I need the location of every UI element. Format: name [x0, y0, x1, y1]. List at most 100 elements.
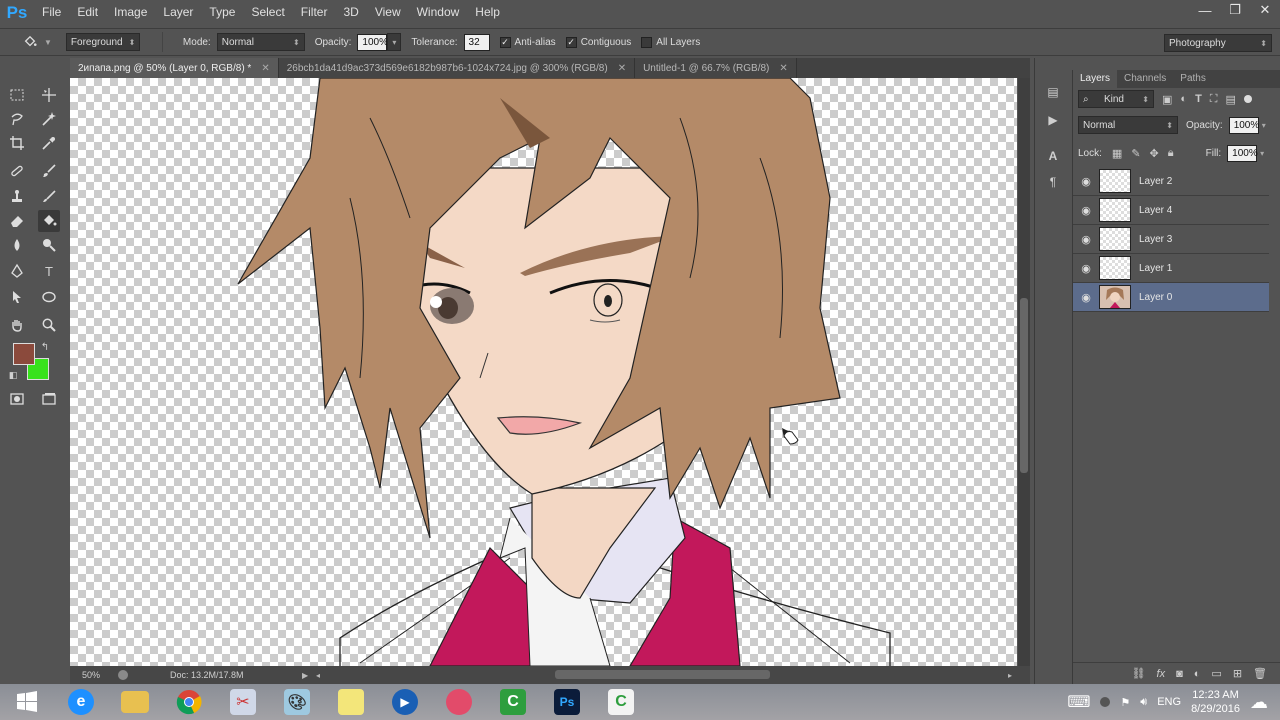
- tab-document-3[interactable]: Untitled-1 @ 66.7% (RGB/8) ✕: [635, 58, 797, 78]
- hand-tool-icon[interactable]: [6, 314, 28, 336]
- move-tool-icon[interactable]: [38, 84, 60, 106]
- healing-brush-icon[interactable]: [6, 160, 28, 182]
- sticky-notes-icon[interactable]: [324, 684, 378, 720]
- photoshop-taskbar-icon[interactable]: Ps: [540, 684, 594, 720]
- clone-stamp-icon[interactable]: [6, 186, 28, 208]
- layer-row-selected[interactable]: ◉ Layer 0: [1073, 283, 1269, 312]
- keyboard-icon[interactable]: ⌨: [1067, 692, 1090, 712]
- lock-pixels-icon[interactable]: ✎: [1131, 147, 1140, 160]
- visibility-eye-icon[interactable]: ◉: [1073, 175, 1099, 188]
- mode-select[interactable]: Normal ⬍: [216, 33, 305, 51]
- visibility-eye-icon[interactable]: ◉: [1073, 233, 1099, 246]
- trash-icon[interactable]: 🗑︎: [1253, 667, 1267, 680]
- close-icon[interactable]: ✕: [261, 63, 269, 74]
- type-tool-icon[interactable]: T: [38, 260, 60, 282]
- history-brush-icon[interactable]: [38, 186, 60, 208]
- lasso-tool-icon[interactable]: [6, 108, 28, 130]
- info-icon[interactable]: [118, 670, 129, 680]
- scroll-left-icon[interactable]: ◂: [316, 671, 320, 680]
- ellipse-tool-icon[interactable]: [38, 286, 60, 308]
- tab-layers[interactable]: Layers: [1073, 70, 1118, 88]
- brush-tool-icon[interactable]: [38, 160, 60, 182]
- workspace-select[interactable]: Photography ⬍: [1164, 34, 1272, 52]
- default-colors-icon[interactable]: ◧: [6, 368, 20, 382]
- menu-filter[interactable]: Filter: [293, 0, 336, 25]
- all-layers-checkbox[interactable]: [641, 36, 653, 48]
- menu-window[interactable]: Window: [409, 0, 468, 25]
- magic-wand-icon[interactable]: [38, 108, 60, 130]
- screen-mode-icon[interactable]: [38, 388, 60, 410]
- antialias-option[interactable]: ✓ Anti-alias: [499, 36, 556, 48]
- onedrive-cloud-icon[interactable]: ☁: [1250, 692, 1268, 713]
- tab-document-1[interactable]: 2ипапа.png @ 50% (Layer 0, RGB/8) * ✕: [70, 58, 279, 78]
- tab-document-2[interactable]: 26bcb1da41d9ac373d569e6182b987b6-1024x72…: [278, 58, 636, 78]
- character-icon[interactable]: A: [1045, 148, 1061, 164]
- marquee-tool-icon[interactable]: [6, 84, 28, 106]
- tolerance-field[interactable]: 32: [463, 33, 490, 51]
- zoom-tool-icon[interactable]: [38, 314, 60, 336]
- visibility-eye-icon[interactable]: ◉: [1073, 291, 1099, 304]
- blur-tool-icon[interactable]: [6, 234, 28, 256]
- kind-filter-select[interactable]: ⌕ Kind ⬍: [1078, 90, 1154, 108]
- layer-row[interactable]: ◉ Layer 4: [1073, 196, 1269, 225]
- restore-button[interactable]: ❐: [1220, 0, 1250, 20]
- browser-swirl-icon[interactable]: [432, 684, 486, 720]
- horizontal-scrollbar-thumb[interactable]: [555, 670, 770, 679]
- close-button[interactable]: ✕: [1250, 0, 1280, 20]
- tab-paths[interactable]: Paths: [1173, 70, 1213, 88]
- paragraph-icon[interactable]: ¶: [1045, 174, 1061, 190]
- flag-icon[interactable]: ⚑: [1120, 696, 1130, 709]
- type-filter-icon[interactable]: T: [1195, 93, 1202, 105]
- quick-mask-icon[interactable]: [6, 388, 28, 410]
- menu-view[interactable]: View: [367, 0, 409, 25]
- language-indicator[interactable]: ENG: [1157, 696, 1181, 708]
- blend-mode-select[interactable]: Normal ⬍: [1078, 116, 1178, 134]
- layer-row[interactable]: ◉ Layer 1: [1073, 254, 1269, 283]
- actions-play-icon[interactable]: ▶: [1045, 112, 1061, 128]
- add-mask-icon[interactable]: ◙: [1176, 668, 1183, 680]
- layer-row[interactable]: ◉ Layer 3: [1073, 225, 1269, 254]
- minimize-button[interactable]: —: [1190, 0, 1220, 20]
- lock-all-icon[interactable]: 🔒︎: [1168, 147, 1174, 160]
- chevron-down-icon[interactable]: ▾: [1262, 121, 1266, 130]
- link-layers-icon[interactable]: ⛓: [1132, 667, 1146, 680]
- vertical-scrollbar[interactable]: [1018, 78, 1030, 666]
- path-selection-icon[interactable]: [6, 286, 28, 308]
- antialias-checkbox[interactable]: ✓: [499, 36, 511, 48]
- volume-icon[interactable]: 🔊︎: [1140, 696, 1147, 709]
- dodge-tool-icon[interactable]: [38, 234, 60, 256]
- new-layer-icon[interactable]: ⊞: [1233, 667, 1242, 680]
- visibility-eye-icon[interactable]: ◉: [1073, 204, 1099, 217]
- lock-transparent-icon[interactable]: ▦: [1112, 147, 1122, 160]
- pixel-filter-icon[interactable]: ▣: [1162, 93, 1172, 106]
- media-player-icon[interactable]: ▶: [378, 684, 432, 720]
- scroll-right-icon[interactable]: ▸: [1008, 671, 1012, 680]
- menu-image[interactable]: Image: [106, 0, 155, 25]
- menu-layer[interactable]: Layer: [155, 0, 201, 25]
- eraser-tool-icon[interactable]: [6, 210, 28, 232]
- zoom-level[interactable]: 50%: [82, 670, 100, 680]
- clock[interactable]: 12:23 AM 8/29/2016: [1191, 688, 1240, 716]
- lock-position-icon[interactable]: ✥: [1150, 147, 1159, 160]
- smart-object-filter-icon[interactable]: ▤: [1226, 93, 1236, 106]
- camtasia-icon[interactable]: C: [486, 684, 540, 720]
- adjustment-filter-icon[interactable]: ◐: [1180, 93, 1187, 105]
- menu-3d[interactable]: 3D: [335, 0, 366, 25]
- visibility-eye-icon[interactable]: ◉: [1073, 262, 1099, 275]
- contiguous-option[interactable]: ✓ Contiguous: [565, 36, 631, 48]
- crop-tool-icon[interactable]: [6, 132, 28, 154]
- adjustment-layer-icon[interactable]: ◐: [1194, 668, 1201, 680]
- document-canvas[interactable]: [70, 78, 1017, 666]
- eyedropper-icon[interactable]: [38, 132, 60, 154]
- new-group-icon[interactable]: ▭: [1211, 667, 1221, 680]
- contiguous-checkbox[interactable]: ✓: [565, 36, 577, 48]
- chrome-icon[interactable]: [162, 684, 216, 720]
- snipping-tool-icon[interactable]: ✂: [216, 684, 270, 720]
- paint-bucket-tool-icon[interactable]: [38, 210, 60, 232]
- windows-start-icon[interactable]: [0, 684, 54, 720]
- all-layers-option[interactable]: All Layers: [641, 36, 700, 48]
- internet-explorer-icon[interactable]: e: [54, 684, 108, 720]
- play-arrow-icon[interactable]: ▶: [302, 671, 308, 680]
- layer-opacity-field[interactable]: 100%: [1228, 116, 1259, 134]
- menu-edit[interactable]: Edit: [69, 0, 106, 25]
